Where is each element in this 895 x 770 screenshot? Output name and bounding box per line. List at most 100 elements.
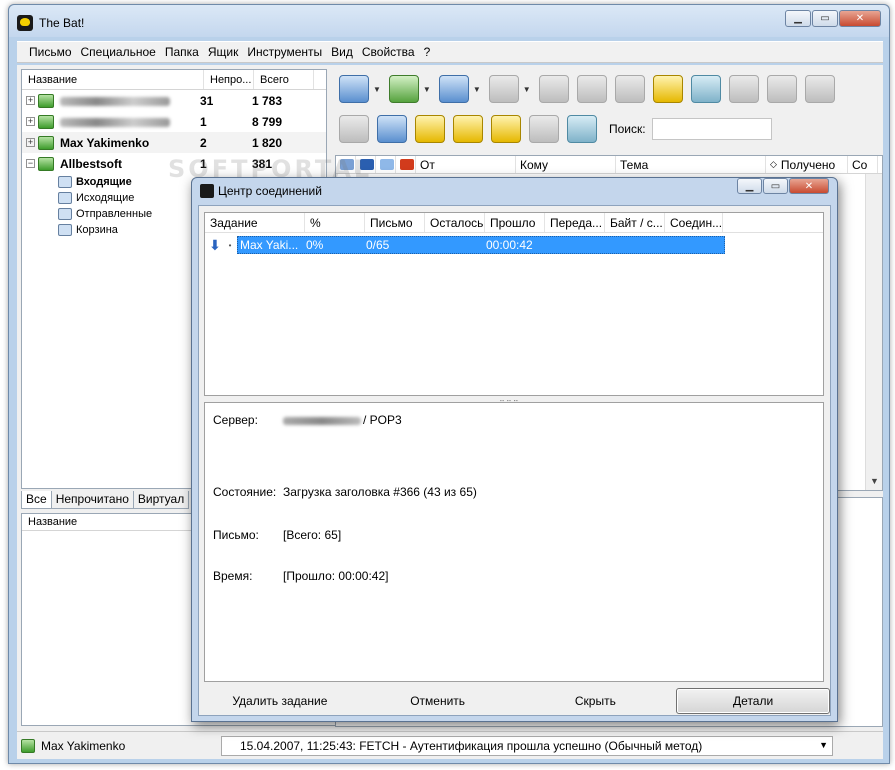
chevron-down-icon[interactable]: ▼: [819, 740, 828, 750]
column-bytes-per-sec[interactable]: Байт / с...: [605, 213, 665, 232]
account-total: 1 820: [252, 135, 283, 150]
scroll-down-icon[interactable]: ▼: [866, 473, 883, 490]
expand-icon[interactable]: +: [26, 96, 35, 105]
column-percent[interactable]: %: [305, 213, 365, 232]
search-label: Поиск:: [609, 122, 646, 136]
folder-properties-icon[interactable]: [491, 115, 521, 143]
delete-task-button[interactable]: Удалить задание: [203, 688, 357, 714]
thebat-logo-icon: [200, 184, 214, 198]
account-icon: [38, 114, 54, 129]
connection-center-dialog: Центр соединений ▁ ▭ ✕ Задание % Письмо …: [191, 177, 838, 722]
redacted-name: [60, 96, 170, 106]
chevron-down-icon[interactable]: ▼: [373, 85, 381, 94]
dialog-maximize-button[interactable]: ▭: [763, 178, 788, 194]
chevron-down-icon[interactable]: ▼: [473, 85, 481, 94]
minimize-icon: ▁: [794, 13, 802, 24]
dialog-close-button[interactable]: ✕: [789, 178, 829, 194]
log-text: 15.04.2007, 11:25:43: FETCH - Аутентифик…: [240, 738, 703, 753]
column-from[interactable]: От: [416, 156, 516, 173]
column-name[interactable]: Название: [22, 70, 204, 89]
menu-item-message[interactable]: Письмо: [29, 45, 72, 59]
get-mail-icon[interactable]: [339, 75, 369, 103]
sorting-office-icon[interactable]: [529, 115, 559, 143]
column-elapsed[interactable]: Прошло: [485, 213, 545, 232]
new-message-icon[interactable]: [438, 75, 469, 103]
dialog-title-bar[interactable]: Центр соединений: [200, 184, 322, 198]
inbox-icon: [58, 176, 72, 188]
column-received[interactable]: ◇ Получено: [766, 156, 848, 173]
minimize-icon: ▁: [745, 180, 754, 192]
send-mail-icon[interactable]: [388, 75, 419, 103]
chevron-down-icon[interactable]: ▼: [523, 85, 531, 94]
column-unread[interactable]: Непро...: [204, 70, 254, 89]
account-name: [54, 94, 200, 108]
reply-icon[interactable]: [488, 75, 519, 103]
menu-item-account[interactable]: Ящик: [208, 45, 239, 59]
column-transferred[interactable]: Переда...: [545, 213, 605, 232]
menu-item-folder[interactable]: Папка: [165, 45, 199, 59]
menu-item-tools[interactable]: Инструменты: [247, 45, 322, 59]
column-subject[interactable]: Тема: [616, 156, 766, 173]
save-icon[interactable]: [766, 75, 797, 103]
collapse-icon[interactable]: −: [26, 159, 35, 168]
chevron-down-icon[interactable]: ▼: [423, 85, 431, 94]
column-remaining[interactable]: Осталось: [425, 213, 485, 232]
cancel-button[interactable]: Отменить: [361, 688, 515, 714]
hide-button[interactable]: Скрыть: [519, 688, 673, 714]
expand-icon[interactable]: +: [26, 117, 35, 126]
maximize-button[interactable]: ▭: [812, 10, 838, 27]
close-button[interactable]: ✕: [839, 10, 881, 27]
menu-item-special[interactable]: Специальное: [81, 45, 156, 59]
tab-unread[interactable]: Непрочитано: [50, 491, 134, 509]
new-folder-icon[interactable]: [453, 115, 483, 143]
delete-icon[interactable]: [804, 75, 835, 103]
flag-column-icon[interactable]: [400, 159, 414, 170]
find-icon[interactable]: [690, 75, 721, 103]
dialog-title: Центр соединений: [218, 184, 322, 198]
task-elapsed: 00:00:42: [486, 238, 533, 252]
menu-item-options[interactable]: Свойства: [362, 45, 415, 59]
status-bar: Max Yakimenko 15.04.2007, 11:25:43: FETC…: [17, 731, 883, 759]
settings-icon[interactable]: [567, 115, 597, 143]
column-task[interactable]: Задание: [205, 213, 305, 232]
menu-item-help[interactable]: ?: [424, 45, 431, 59]
menu-bar: Письмо Специальное Папка Ящик Инструмент…: [17, 41, 883, 63]
task-row[interactable]: ⬇ • Max Yaki... 0% 0/65 00:00:42: [205, 236, 725, 254]
reply-all-icon[interactable]: [538, 75, 569, 103]
vertical-scrollbar[interactable]: ▼: [865, 174, 882, 490]
scheduler-icon[interactable]: [377, 115, 407, 143]
lock-folder-icon[interactable]: [415, 115, 445, 143]
account-row[interactable]: + 31 1 783: [22, 90, 326, 111]
dialog-minimize-button[interactable]: ▁: [737, 178, 762, 194]
redirect-icon[interactable]: [614, 75, 645, 103]
search-input[interactable]: [651, 118, 772, 140]
forward-icon[interactable]: [576, 75, 607, 103]
task-list: Задание % Письмо Осталось Прошло Переда.…: [204, 212, 824, 396]
tab-all[interactable]: Все: [21, 491, 52, 509]
log-dropdown[interactable]: 15.04.2007, 11:25:43: FETCH - Аутентифик…: [221, 735, 833, 756]
tab-virtual[interactable]: Виртуал: [132, 491, 190, 509]
account-row[interactable]: + 1 8 799: [22, 111, 326, 132]
print-icon[interactable]: [728, 75, 759, 103]
account-total: 1 783: [252, 93, 283, 108]
account-unread: 31: [200, 93, 214, 108]
column-to[interactable]: Кому: [516, 156, 616, 173]
account-row[interactable]: + Max Yakimenko 2 1 820: [22, 132, 326, 153]
outbox-icon: [58, 192, 72, 204]
accounts-icon[interactable]: [339, 115, 369, 143]
task-list-header: Задание % Письмо Осталось Прошло Переда.…: [205, 213, 823, 233]
task-name: Max Yaki...: [240, 238, 299, 252]
column-total[interactable]: Всего: [254, 70, 314, 89]
menu-item-view[interactable]: Вид: [331, 45, 353, 59]
close-icon: ✕: [804, 180, 814, 192]
address-book-icon[interactable]: [652, 75, 683, 103]
status-column-icon[interactable]: [380, 159, 394, 170]
message-list-header: От Кому Тема ◇ Получено Со: [336, 156, 882, 174]
details-button[interactable]: Детали: [676, 688, 830, 714]
column-message[interactable]: Письмо: [365, 213, 425, 232]
title-bar[interactable]: The Bat! ▁ ▭ ✕: [9, 5, 889, 37]
minimize-button[interactable]: ▁: [785, 10, 811, 27]
column-connection[interactable]: Соедин...: [665, 213, 723, 232]
expand-icon[interactable]: +: [26, 138, 35, 147]
column-size[interactable]: Со: [848, 156, 878, 173]
